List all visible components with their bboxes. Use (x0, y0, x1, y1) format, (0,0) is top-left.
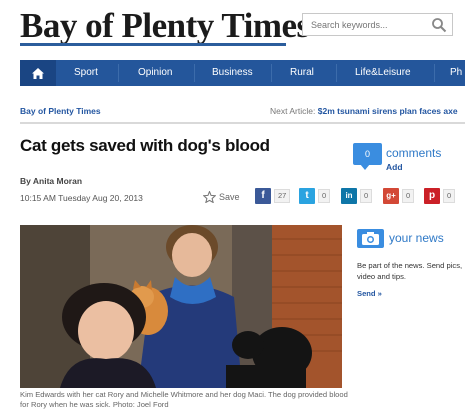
nav-item-opinion[interactable]: Opinion (138, 60, 172, 86)
linkedin-icon[interactable]: in (341, 188, 357, 204)
next-article[interactable]: Next Article: $2m tsunami sirens plan fa… (270, 106, 458, 116)
nav-item-rural[interactable]: Rural (290, 60, 314, 86)
main-nav: Sport Opinion Business Rural Life&Leisur… (20, 60, 465, 86)
search-icon[interactable] (431, 17, 447, 33)
search-input[interactable] (303, 14, 429, 35)
nav-divider (336, 64, 337, 82)
google-plus-icon[interactable]: g+ (383, 188, 399, 204)
share-count: 27 (274, 189, 291, 203)
section-divider (20, 122, 465, 124)
your-news-description: Be part of the news. Send pics, video an… (357, 261, 463, 281)
share-count: 0 (360, 189, 373, 203)
breadcrumb[interactable]: Bay of Plenty Times (20, 106, 101, 116)
facebook-icon[interactable]: f (255, 188, 271, 204)
add-comment-link[interactable]: Add (386, 162, 403, 172)
home-icon (32, 67, 44, 79)
nav-divider (434, 64, 435, 82)
star-icon (203, 191, 216, 203)
share-count: 0 (402, 189, 415, 203)
camera-icon[interactable] (357, 229, 384, 248)
share-linkedin[interactable]: in 0 (341, 188, 373, 204)
nav-item-business[interactable]: Business (212, 60, 253, 86)
share-pinterest[interactable]: p 0 (424, 188, 456, 204)
search-box[interactable] (302, 13, 453, 36)
nav-divider (271, 64, 272, 82)
your-news-title[interactable]: your news (389, 231, 444, 245)
next-article-link[interactable]: $2m tsunami sirens plan faces axe (318, 106, 458, 116)
share-count: 0 (443, 189, 456, 203)
nav-item-life-leisure[interactable]: Life&Leisure (355, 60, 411, 86)
article-date: 10:15 AM Tuesday Aug 20, 2013 (20, 193, 143, 203)
nav-item-sport[interactable]: Sport (74, 60, 98, 86)
article-headline: Cat gets saved with dog's blood (20, 136, 270, 155)
comments-bubble-tail (360, 164, 370, 170)
send-link[interactable]: Send » (357, 289, 382, 298)
photo-illustration (20, 225, 342, 388)
logo-underline (20, 43, 286, 46)
twitter-icon[interactable]: t (299, 188, 315, 204)
share-twitter[interactable]: t 0 (299, 188, 331, 204)
site-logo[interactable]: Bay of Plenty Times (20, 6, 310, 46)
pinterest-icon[interactable]: p (424, 188, 440, 204)
article-photo[interactable] (20, 225, 342, 388)
comments-count-badge[interactable]: 0 (353, 143, 382, 165)
share-count: 0 (318, 189, 331, 203)
nav-divider (194, 64, 195, 82)
share-facebook[interactable]: f 27 (255, 188, 291, 204)
save-label: Save (219, 192, 240, 202)
next-article-label: Next Article: (270, 106, 316, 116)
photo-caption: Kim Edwards with her cat Rory and Michel… (20, 390, 348, 409)
save-button[interactable]: Save (203, 191, 240, 203)
nav-divider (118, 64, 119, 82)
article-author: By Anita Moran (20, 176, 83, 186)
share-google-plus[interactable]: g+ 0 (383, 188, 415, 204)
nav-home-button[interactable] (20, 60, 56, 86)
nav-item-photos[interactable]: Ph (450, 60, 462, 86)
comments-link[interactable]: comments (386, 146, 441, 160)
